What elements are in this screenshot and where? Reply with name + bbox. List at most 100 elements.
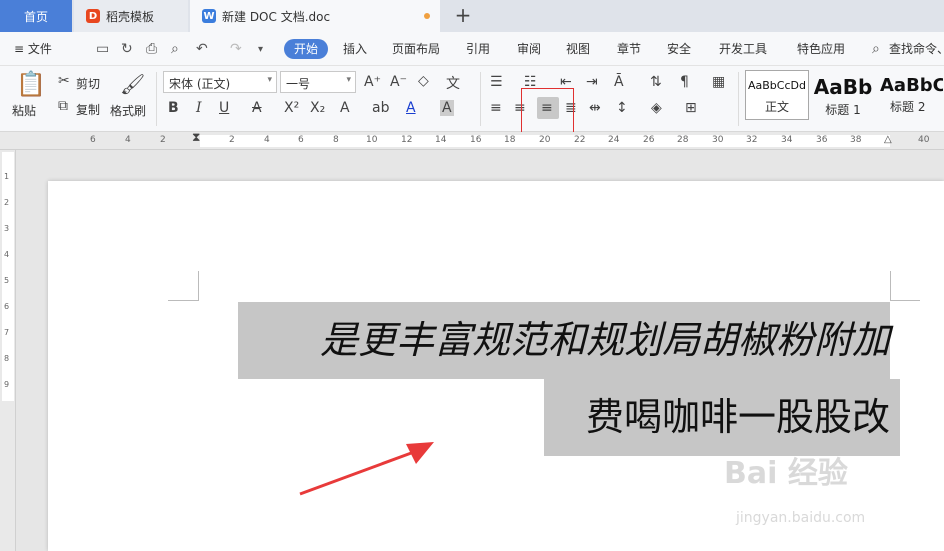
clear-format-icon[interactable]: ◇: [418, 73, 429, 89]
style-sample: AaBbCcDd: [748, 79, 806, 92]
menu-tab-start[interactable]: 开始: [284, 39, 328, 59]
menu-tab-developer[interactable]: 开发工具: [719, 40, 767, 57]
menu-tab-view[interactable]: 视图: [566, 40, 590, 57]
redo-icon[interactable]: ↷: [230, 41, 242, 57]
ruler-number: 36: [816, 135, 828, 145]
menu-tab-page-layout[interactable]: 页面布局: [392, 40, 440, 57]
margin-corner-mark: [890, 271, 891, 301]
shrink-font-icon[interactable]: A⁻: [390, 74, 407, 90]
style-normal[interactable]: AaBbCcDd 正文: [745, 70, 809, 120]
show-marks-icon[interactable]: ¶: [680, 74, 689, 90]
bullet-list-icon[interactable]: ☰: [490, 74, 503, 90]
highlight-icon[interactable]: ab: [372, 100, 389, 116]
align-left-icon[interactable]: ≡: [490, 100, 502, 116]
annotation-arrow-icon: [299, 442, 434, 496]
sort-icon[interactable]: ⇅: [650, 74, 662, 90]
margin-corner-mark: [198, 271, 199, 301]
menu-tab-special[interactable]: 特色应用: [797, 40, 845, 57]
menu-tab-references[interactable]: 引用: [466, 40, 490, 57]
ruler-number: 38: [850, 135, 862, 145]
file-menu[interactable]: ≡ 文件: [14, 40, 52, 57]
selected-text-line-1[interactable]: 是更丰富规范和规划局胡椒粉附加: [238, 302, 890, 379]
ruler-number: 8: [4, 354, 10, 363]
chevron-down-icon: ▾: [267, 75, 272, 85]
daoke-icon: D: [86, 9, 100, 23]
align-right-highlight-box: [521, 88, 574, 134]
underline-icon[interactable]: U: [219, 100, 229, 116]
increase-indent-icon[interactable]: ⇥: [586, 74, 598, 90]
search-icon: ⌕: [872, 41, 880, 57]
style-name: 标题 1: [825, 103, 861, 117]
tab-template[interactable]: D 稻壳模板: [74, 0, 188, 32]
cut-button[interactable]: 剪切: [76, 75, 100, 92]
style-heading-1[interactable]: AaBb 标题 1: [811, 70, 875, 120]
ribbon-divider: [480, 72, 481, 126]
font-name-select[interactable]: 宋体 (正文) ▾: [163, 71, 277, 93]
ruler-number: 18: [504, 135, 516, 145]
menu-tab-insert[interactable]: 插入: [343, 40, 367, 57]
right-indent-marker[interactable]: △: [884, 134, 892, 145]
ruler-number: 14: [435, 135, 447, 145]
ruler-number: 6: [4, 302, 10, 311]
margin-corner-mark: [890, 300, 920, 301]
paste-button[interactable]: 粘贴: [12, 102, 36, 119]
table-grid-icon[interactable]: ▦: [712, 74, 725, 90]
ruler-number: 16: [470, 135, 482, 145]
ruler-number: 7: [4, 328, 10, 337]
bold-icon[interactable]: B: [168, 100, 179, 116]
print-preview-icon[interactable]: ⌕: [171, 41, 179, 57]
ruler-number: 12: [401, 135, 413, 145]
quick-access-dropdown-icon[interactable]: ▾: [258, 44, 263, 55]
strikethrough-icon[interactable]: A: [252, 100, 262, 116]
font-size-select[interactable]: 一号 ▾: [280, 71, 356, 93]
selected-text-line-2[interactable]: 费喝咖啡一股股改: [544, 379, 900, 456]
ruler-number: 26: [643, 135, 655, 145]
ruler-number: 1: [4, 172, 10, 181]
ruler-number: 10: [366, 135, 378, 145]
watermark-logo: Bai 经验: [724, 456, 848, 491]
save-icon[interactable]: ▭: [96, 41, 109, 57]
menu-tab-section[interactable]: 章节: [617, 40, 641, 57]
text-effect-icon[interactable]: A: [340, 100, 350, 116]
format-painter-button[interactable]: 格式刷: [110, 102, 146, 119]
style-name: 标题 2: [890, 100, 926, 114]
undo-icon[interactable]: ↶: [196, 41, 208, 57]
tab-document[interactable]: W 新建 DOC 文档.doc: [190, 0, 440, 32]
print-icon[interactable]: ⎙: [146, 41, 157, 57]
font-name-value: 宋体 (正文): [169, 77, 231, 91]
export-icon[interactable]: ↻: [121, 41, 133, 57]
phonetic-icon[interactable]: 文: [446, 73, 460, 93]
copy-icon: ⧉: [58, 98, 68, 114]
shading-icon[interactable]: ◈: [651, 100, 662, 116]
tab-document-label: 新建 DOC 文档.doc: [222, 9, 331, 24]
style-heading-2[interactable]: AaBbC 标题 2: [877, 70, 944, 120]
superscript-icon[interactable]: X²: [284, 100, 299, 116]
style-name: 正文: [764, 100, 789, 114]
menu-bar: ≡ 文件 ▭ ↻ ⎙ ⌕ ↶ ↷ ▾ 开始 插入 页面布局 引用 审阅 视图 章…: [0, 32, 944, 66]
char-shading-icon[interactable]: A: [440, 100, 454, 116]
new-tab-button[interactable]: +: [452, 5, 474, 27]
font-color-icon[interactable]: A: [406, 100, 416, 116]
menu-tab-review[interactable]: 审阅: [517, 40, 541, 57]
paste-icon[interactable]: 📋: [16, 70, 46, 98]
menu-tab-security[interactable]: 安全: [667, 40, 691, 57]
subscript-icon[interactable]: X₂: [310, 100, 325, 116]
distributed-icon[interactable]: ⇹: [589, 100, 601, 116]
ruler-number: 5: [4, 276, 10, 285]
ruler-number: 24: [608, 135, 620, 145]
copy-button[interactable]: 复制: [76, 101, 100, 118]
tab-home-label: 首页: [23, 9, 48, 24]
borders-icon[interactable]: ⊞: [685, 100, 697, 116]
tab-home[interactable]: 首页: [0, 0, 72, 32]
text-direction-icon[interactable]: Ā: [614, 74, 624, 90]
grow-font-icon[interactable]: A⁺: [364, 74, 381, 90]
watermark-url: jingyan.baidu.com: [736, 510, 866, 526]
first-line-indent-marker[interactable]: ⧗: [192, 130, 200, 145]
search-command[interactable]: 查找命令、: [889, 40, 944, 57]
line-spacing-icon[interactable]: ↕: [616, 100, 628, 116]
horizontal-ruler[interactable]: 6 4 2 2 4 6 8 10 12 14 16 18 20 22 24 26…: [0, 130, 944, 150]
chevron-down-icon: ▾: [346, 75, 351, 85]
italic-icon[interactable]: I: [196, 100, 202, 116]
ruler-number: 28: [677, 135, 689, 145]
ruler-number: 4: [125, 135, 131, 145]
